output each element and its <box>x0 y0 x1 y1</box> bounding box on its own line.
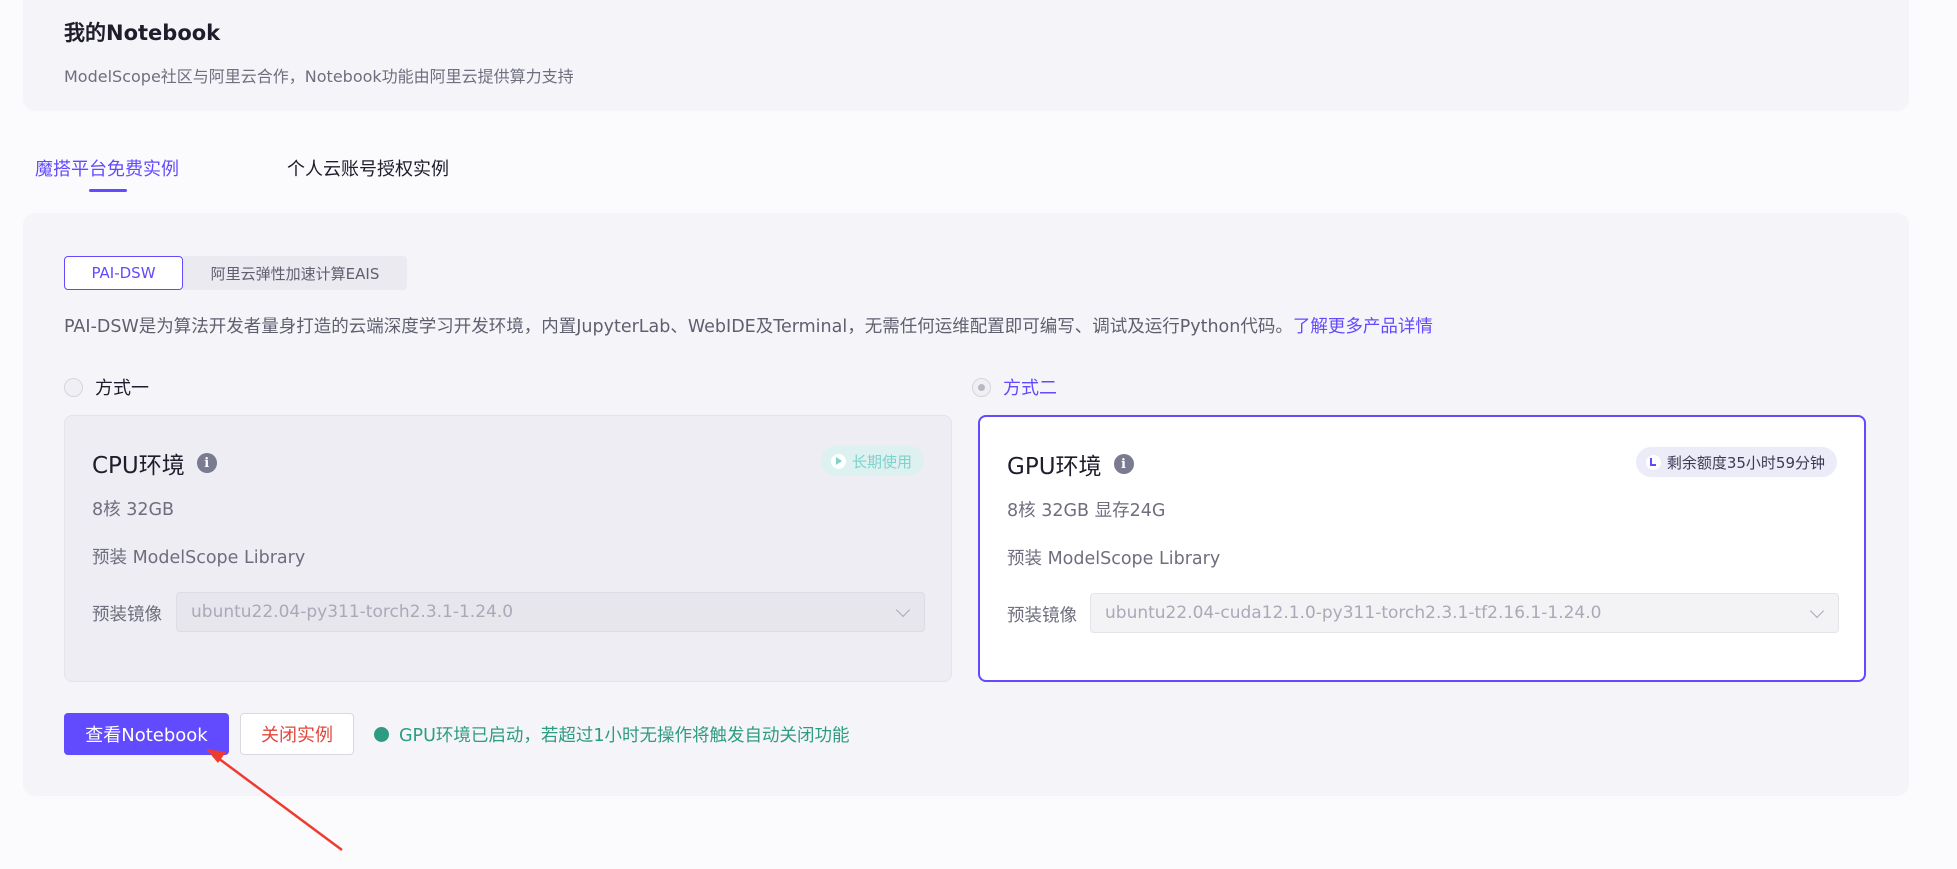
chevron-down-icon <box>1809 603 1825 619</box>
gpu-library: 预装 ModelScope Library <box>1007 549 1221 569</box>
tab-free-instance[interactable]: 魔搭平台免费实例 <box>35 155 179 181</box>
long-term-badge: 长期使用 <box>820 446 924 476</box>
cpu-card-title: CPU环境 i <box>92 446 217 480</box>
cpu-environment-card[interactable]: CPU环境 i 长期使用 8核 32GB 预装 ModelScope Libra… <box>64 415 952 682</box>
chevron-down-icon <box>895 602 911 618</box>
learn-more-link[interactable]: 了解更多产品详情 <box>1293 317 1433 337</box>
tab-active-indicator <box>89 189 127 192</box>
option-one-label: 方式一 <box>95 378 149 399</box>
cpu-title-text: CPU环境 <box>92 453 185 479</box>
cpu-image-select[interactable]: ubuntu22.04-py311-torch2.3.1-1.24.0 <box>176 592 925 632</box>
gpu-image-select[interactable]: ubuntu22.04-cuda12.1.0-py311-torch2.3.1-… <box>1090 593 1839 633</box>
option-two-radio[interactable]: 方式二 <box>972 374 1057 400</box>
gpu-spec: 8核 32GB 显存24G <box>1007 501 1166 521</box>
cpu-spec: 8核 32GB <box>92 500 175 520</box>
quota-badge-label: 剩余额度35小时59分钟 <box>1666 453 1825 472</box>
product-description: PAI-DSW是为算法开发者量身打造的云端深度学习开发环境，内置JupyterL… <box>64 313 1433 338</box>
play-icon <box>830 453 846 469</box>
clock-icon <box>1645 454 1661 470</box>
segment-eais[interactable]: 阿里云弹性加速计算EAIS <box>183 256 407 290</box>
status-text: GPU环境已启动，若超过1小时无操作将触发自动关闭功能 <box>399 726 850 746</box>
radio-checked-icon <box>972 377 991 397</box>
gpu-environment-card[interactable]: GPU环境 i 剩余额度35小时59分钟 8核 32GB 显存24G 预装 Mo… <box>978 415 1866 682</box>
view-notebook-button[interactable]: 查看Notebook <box>64 713 229 755</box>
tab-personal-account-instance[interactable]: 个人云账号授权实例 <box>287 155 449 181</box>
quota-badge: 剩余额度35小时59分钟 <box>1635 447 1837 477</box>
header-card <box>23 0 1909 111</box>
long-term-badge-label: 长期使用 <box>851 452 912 471</box>
gpu-image-value: ubuntu22.04-cuda12.1.0-py311-torch2.3.1-… <box>1105 603 1602 623</box>
cpu-image-label: 预装镜像 <box>92 605 162 625</box>
cpu-library: 预装 ModelScope Library <box>92 548 306 568</box>
status-dot-icon <box>374 727 389 742</box>
close-instance-button[interactable]: 关闭实例 <box>240 713 354 755</box>
page-subtitle: ModelScope社区与阿里云合作，Notebook功能由阿里云提供算力支持 <box>64 67 574 86</box>
instance-status: GPU环境已启动，若超过1小时无操作将触发自动关闭功能 <box>374 722 850 747</box>
option-two-label: 方式二 <box>1003 378 1057 399</box>
gpu-title-text: GPU环境 <box>1007 454 1102 480</box>
description-text: PAI-DSW是为算法开发者量身打造的云端深度学习开发环境，内置JupyterL… <box>64 317 1293 337</box>
page-title: 我的Notebook <box>64 21 221 45</box>
info-icon[interactable]: i <box>1113 454 1134 474</box>
info-icon[interactable]: i <box>196 453 217 473</box>
option-one-radio[interactable]: 方式一 <box>64 374 149 400</box>
gpu-image-label: 预装镜像 <box>1007 606 1077 626</box>
cpu-image-value: ubuntu22.04-py311-torch2.3.1-1.24.0 <box>191 602 514 622</box>
gpu-card-title: GPU环境 i <box>1007 447 1134 481</box>
segment-pai-dsw[interactable]: PAI-DSW <box>64 256 183 290</box>
radio-unchecked-icon <box>64 377 83 397</box>
